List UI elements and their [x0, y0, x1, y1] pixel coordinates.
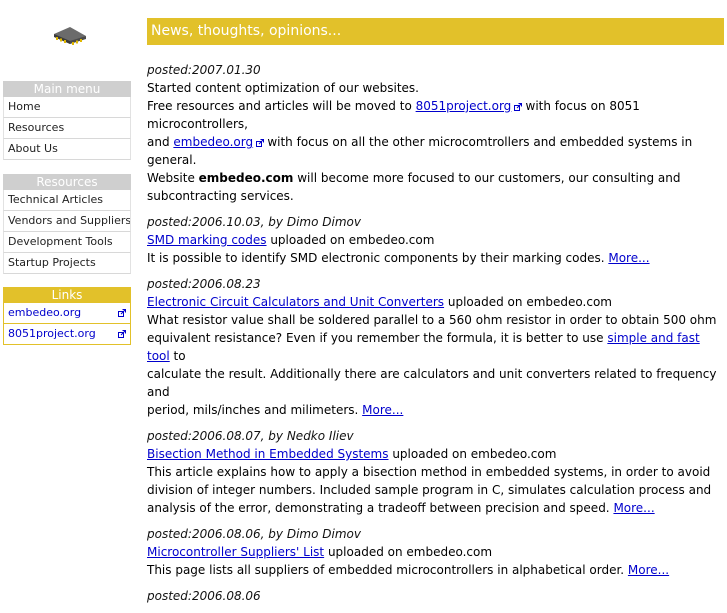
resources-menu: Resources Technical Articles Vendors and…: [3, 174, 131, 274]
link-embedeo[interactable]: embedeo.org: [173, 135, 253, 149]
news-post: posted:2006.08.07, by Nedko Iliev Bisect…: [147, 427, 725, 517]
menu-item-development-tools[interactable]: Development Tools: [3, 232, 131, 253]
article-link-calculators[interactable]: Electronic Circuit Calculators and Unit …: [147, 295, 444, 309]
resources-menu-heading: Resources: [3, 174, 131, 190]
post-text-segment: uploaded on embedeo.com: [324, 545, 493, 559]
post-text-line: and embedeo.org with focus on all the ot…: [147, 133, 725, 169]
link-8051project-org[interactable]: 8051project.org: [3, 324, 131, 345]
post-date: posted:2006.08.06: [147, 589, 261, 603]
post-text: division of integer numbers. Included sa…: [147, 483, 712, 497]
external-link-icon: [118, 309, 126, 317]
post-text-line: period, mils/inches and milimeters. More…: [147, 401, 725, 419]
post-text-line: equivalent resistance? Even if you remem…: [147, 329, 725, 365]
link-8051project[interactable]: 8051project.org: [416, 99, 512, 113]
post-text-line: Website embedeo.com will become more foc…: [147, 169, 725, 187]
brand-name: embedeo.com: [198, 171, 294, 185]
article-link-bisection-method[interactable]: Bisection Method in Embedded Systems: [147, 447, 389, 461]
main-menu-heading: Main menu: [3, 81, 131, 97]
external-link-icon: [118, 330, 126, 338]
post-text: subcontracting services.: [147, 189, 294, 203]
main-menu: Main menu Home Resources About Us: [3, 81, 131, 160]
menu-item-about-us[interactable]: About Us: [3, 139, 131, 160]
post-text-line: analysis of the error, demonstrating a t…: [147, 499, 725, 517]
post-headline: Electronic Circuit Calculators and Unit …: [147, 293, 725, 311]
post-text-segment: will become more focused to our customer…: [293, 171, 681, 185]
menu-item-startup-projects[interactable]: Startup Projects: [3, 253, 131, 274]
page-title-banner: News, thoughts, opinions...: [147, 18, 724, 45]
more-link[interactable]: More...: [608, 251, 649, 265]
news-post: posted:2006.10.03, by Dimo Dimov SMD mar…: [147, 213, 725, 267]
post-text-segment: and: [147, 135, 174, 149]
post-text-line: It is possible to identify SMD electroni…: [147, 249, 725, 267]
post-text: What resistor value shall be soldered pa…: [147, 313, 717, 327]
post-headline: Bisection Method in Embedded Systems upl…: [147, 445, 725, 463]
post-text-segment: analysis of the error, demonstrating a t…: [147, 501, 614, 515]
menu-item-home[interactable]: Home: [3, 97, 131, 118]
post-text-line: This page lists all suppliers of embedde…: [147, 561, 725, 579]
post-text-segment: to: [169, 349, 186, 363]
post-date: posted:2006.08.23: [147, 277, 261, 291]
news-post: posted:2007.01.30 Started content optimi…: [147, 61, 725, 205]
more-link[interactable]: More...: [613, 501, 654, 515]
news-post: posted:2006.08.06: [147, 587, 725, 605]
post-text-segment: This page lists all suppliers of embedde…: [147, 563, 628, 577]
article-link-microcontroller-suppliers[interactable]: Microcontroller Suppliers' List: [147, 545, 324, 559]
chip-logo-icon: [54, 27, 86, 45]
more-link[interactable]: More...: [362, 403, 403, 417]
menu-item-resources[interactable]: Resources: [3, 118, 131, 139]
post-text-segment: uploaded on embedeo.com: [388, 447, 557, 461]
article-link-smd-marking-codes[interactable]: SMD marking codes: [147, 233, 267, 247]
link-embedeo-label: embedeo.org: [8, 306, 82, 319]
post-headline: Microcontroller Suppliers' List uploaded…: [147, 543, 725, 561]
external-link-icon: [255, 138, 264, 147]
post-text-line: Free resources and articles will be move…: [147, 97, 725, 133]
links-menu: Links embedeo.org 8051project.org: [3, 287, 131, 345]
post-text: This article explains how to apply a bis…: [147, 465, 711, 479]
post-text-segment: It is possible to identify SMD electroni…: [147, 251, 609, 265]
post-text-segment: period, mils/inches and milimeters.: [147, 403, 363, 417]
post-headline: SMD marking codes uploaded on embedeo.co…: [147, 231, 725, 249]
news-content: posted:2007.01.30 Started content optimi…: [147, 61, 725, 613]
links-menu-heading: Links: [3, 287, 131, 303]
post-text-segment: uploaded on embedeo.com: [444, 295, 612, 309]
post-text: calculate the result. Additionally there…: [147, 367, 717, 399]
news-post: posted:2006.08.06, by Dimo Dimov Microco…: [147, 525, 725, 579]
menu-item-vendors-suppliers[interactable]: Vendors and Suppliers: [3, 211, 131, 232]
post-text: Started content optimization of our webs…: [147, 81, 419, 95]
link-8051project-label: 8051project.org: [8, 327, 96, 340]
post-text-segment: uploaded on embedeo.com: [266, 233, 435, 247]
news-post: posted:2006.08.23 Electronic Circuit Cal…: [147, 275, 725, 419]
menu-item-technical-articles[interactable]: Technical Articles: [3, 190, 131, 211]
post-date: posted:2006.08.07, by Nedko Iliev: [147, 429, 354, 443]
post-text-segment: Free resources and articles will be move…: [147, 99, 416, 113]
external-link-icon: [513, 102, 522, 111]
post-text-segment: Website: [147, 171, 199, 185]
post-date: posted:2006.08.06, by Dimo Dimov: [147, 527, 361, 541]
post-date: posted:2006.10.03, by Dimo Dimov: [147, 215, 361, 229]
link-embedeo-org[interactable]: embedeo.org: [3, 303, 131, 324]
post-date: posted:2007.01.30: [147, 63, 261, 77]
post-text-segment: equivalent resistance? Even if you remem…: [147, 331, 608, 345]
more-link[interactable]: More...: [628, 563, 669, 577]
